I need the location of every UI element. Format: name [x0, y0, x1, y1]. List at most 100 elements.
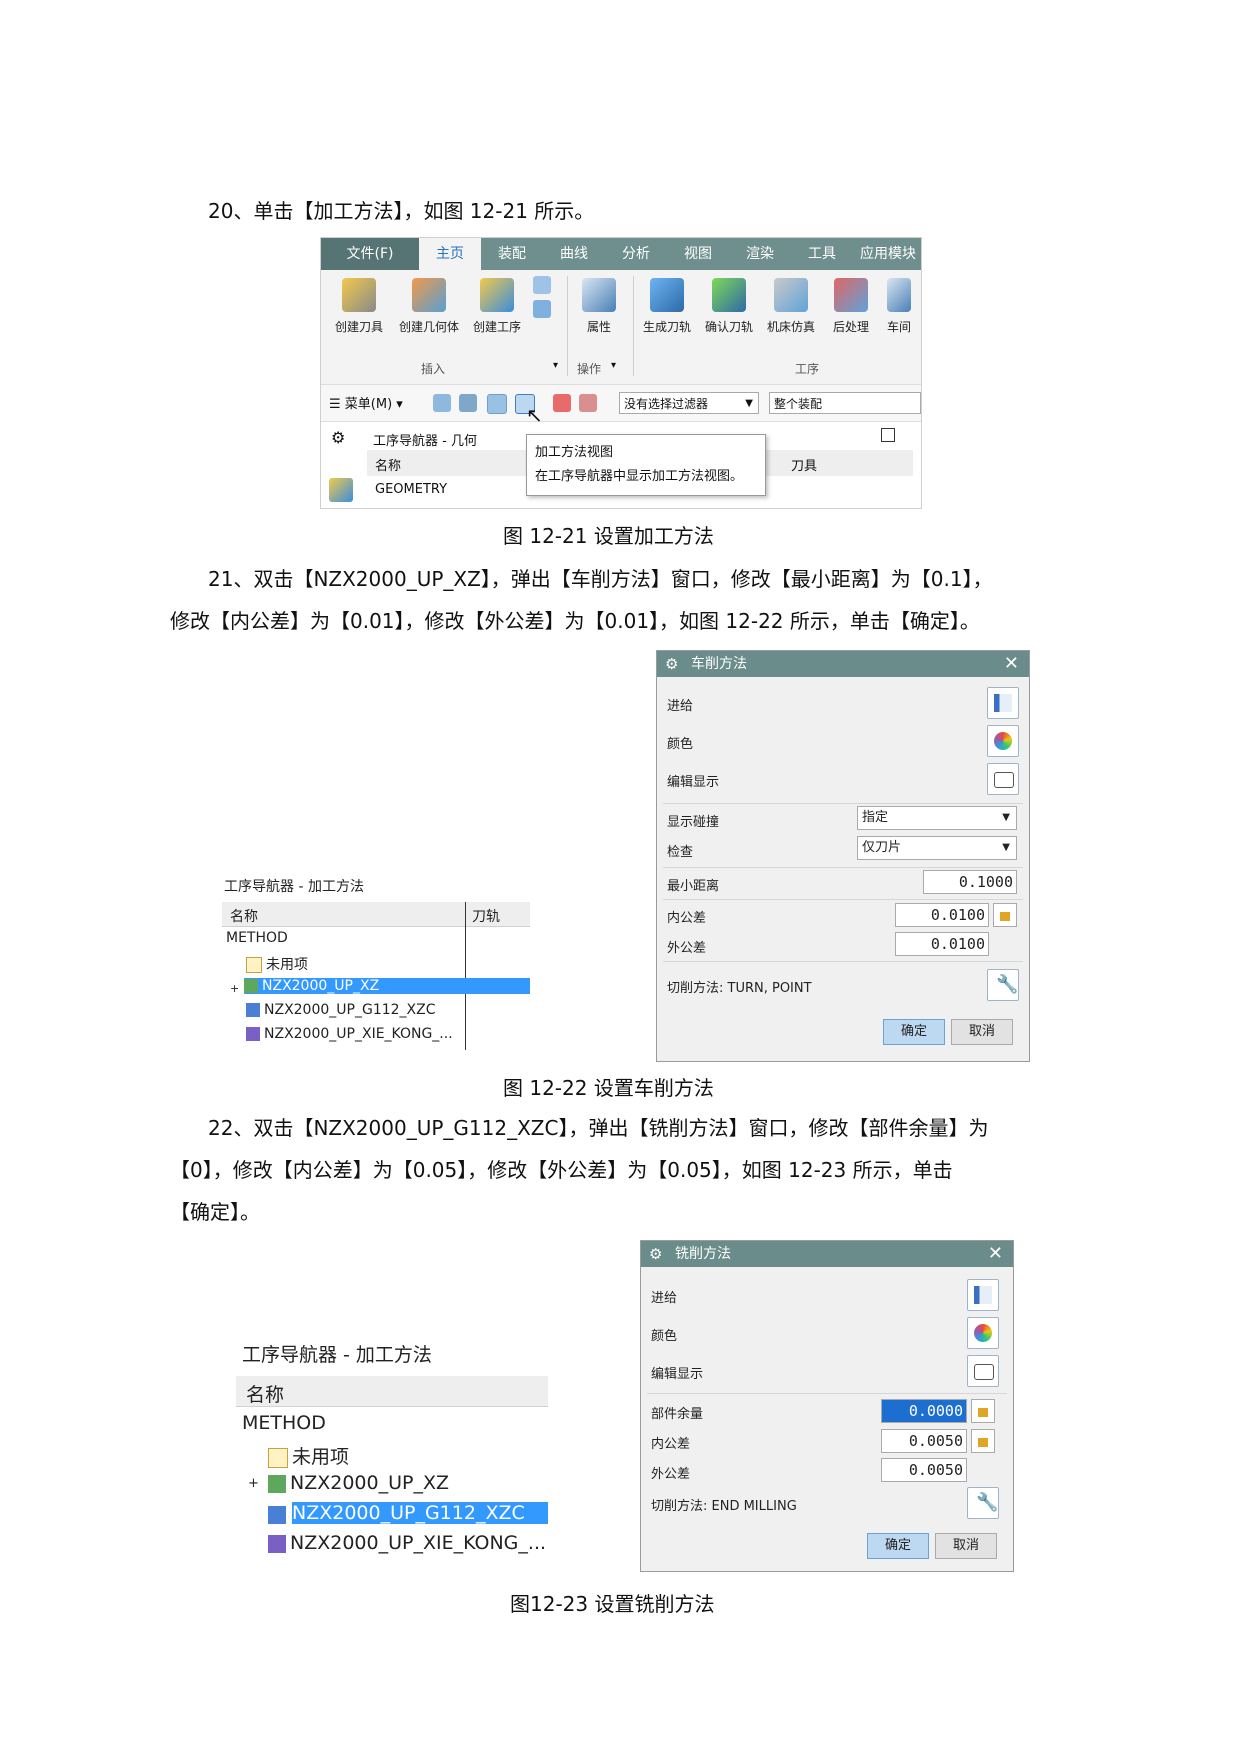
menu-button[interactable]: ☰ 菜单(M) ▾ [329, 393, 403, 412]
check-select[interactable]: 仅刀片 ▼ [857, 836, 1017, 860]
create-operation-button[interactable]: 创建工序 [467, 278, 527, 335]
separator [567, 276, 568, 376]
tab-file[interactable]: 文件(F) [321, 238, 419, 270]
feed-button[interactable] [987, 687, 1019, 719]
machine-sim-button[interactable]: 机床仿真 [761, 278, 821, 335]
create-geometry-button[interactable]: 创建几何体 [393, 278, 465, 335]
dialog-title-bar: ⚙ 铣削方法 ✕ [641, 1241, 1013, 1267]
machine-sim-icon [774, 278, 808, 312]
figure-12-21-caption: 图 12-21 设置加工方法 [503, 524, 714, 548]
expand-icon[interactable]: + [248, 1476, 259, 1491]
list-item[interactable]: 未用项 [268, 1442, 349, 1469]
col-tool[interactable]: 刀具 [791, 455, 817, 474]
filter-b-icon[interactable] [579, 394, 597, 412]
verify-path-button[interactable]: 确认刀轨 [699, 278, 759, 335]
ok-button[interactable]: 确定 [867, 1533, 929, 1559]
cancel-button[interactable]: 取消 [935, 1533, 997, 1559]
step-20-text: 20、单击【加工方法】，如图 12-21 所示。 [208, 199, 595, 223]
col-name[interactable]: 名称 [246, 1380, 284, 1407]
cut-method-button[interactable]: 🔧 [967, 1487, 999, 1519]
list-item[interactable]: NZX2000_UP_XZ [244, 978, 530, 994]
color-button[interactable] [967, 1317, 999, 1349]
feed-icon [994, 694, 1012, 712]
insert-dropdown-arrow[interactable]: ▾ [553, 360, 558, 371]
group-label-ops: 操作 [577, 362, 602, 376]
dialog-title-bar: ⚙ 车削方法 ✕ [657, 651, 1029, 677]
tooltip-desc: 在工序导航器中显示加工方法视图。 [535, 469, 744, 484]
tree-root[interactable]: GEOMETRY [375, 482, 447, 497]
list-item[interactable]: NZX2000_UP_XIE_KONG_... [246, 1026, 453, 1042]
tab-view[interactable]: 视图 [667, 238, 729, 270]
tab-assembly[interactable]: 装配 [481, 238, 543, 270]
generate-path-icon [650, 278, 684, 312]
step-22-text: 22、双击【NZX2000_UP_G112_XZC】，弹出【铣削方法】窗口，修改… [170, 1116, 989, 1224]
step-21-text: 21、双击【NZX2000_UP_XZ】，弹出【车削方法】窗口，修改【最小距离】… [170, 567, 993, 633]
ok-button[interactable]: 确定 [883, 1019, 945, 1045]
filter-combo[interactable]: 没有选择过滤器 ▼ [619, 392, 759, 414]
color-label: 颜色 [651, 1329, 678, 1344]
intol-input[interactable]: 0.0100 [895, 903, 989, 927]
expand-icon[interactable]: + [230, 982, 239, 995]
outtol-input[interactable]: 0.0100 [895, 932, 989, 956]
tab-curve[interactable]: 曲线 [543, 238, 605, 270]
gear-icon[interactable]: ⚙ [331, 428, 345, 447]
color-button[interactable] [987, 725, 1019, 757]
feed-button[interactable] [967, 1279, 999, 1311]
divider [663, 961, 1023, 962]
tree-root[interactable]: METHOD [226, 930, 288, 946]
geometry-view-icon[interactable] [487, 394, 507, 414]
divider [663, 867, 1023, 868]
cut-method-button[interactable]: 🔧 [987, 969, 1019, 1001]
small-method-icon[interactable] [533, 276, 551, 294]
folder-icon [268, 1447, 288, 1468]
outtol-input[interactable]: 0.0050 [881, 1458, 967, 1482]
group-label-insert: 插入 [421, 362, 446, 376]
list-item[interactable]: NZX2000_UP_G112_XZC [246, 1002, 436, 1018]
close-icon[interactable]: ✕ [1004, 651, 1019, 677]
program-view-icon[interactable] [433, 394, 451, 412]
tree-root[interactable]: METHOD [242, 1412, 326, 1434]
method-navigator-2: 工序导航器 - 加工方法 名称 METHOD 未用项 + NZX2000_UP_… [236, 1336, 548, 1564]
unlock-icon[interactable] [993, 903, 1017, 927]
drilling-method-icon [268, 1534, 286, 1553]
tab-applications[interactable]: 应用模块 [853, 238, 921, 270]
scope-combo[interactable]: 整个装配 [769, 392, 921, 414]
small-program-icon[interactable] [533, 300, 551, 318]
cancel-button[interactable]: 取消 [951, 1019, 1013, 1045]
show-collision-select[interactable]: 指定 ▼ [857, 806, 1017, 830]
create-tool-button[interactable]: 创建刀具 [329, 278, 389, 335]
intol-input[interactable]: 0.0050 [881, 1429, 967, 1453]
ops-dropdown-arrow[interactable]: ▾ [611, 360, 616, 371]
drilling-method-icon [246, 1027, 260, 1041]
properties-button[interactable]: 属性 [569, 278, 629, 335]
list-item[interactable]: NZX2000_UP_XZ [268, 1472, 449, 1494]
generate-path-button[interactable]: 生成刀轨 [637, 278, 697, 335]
chevron-down-icon: ▼ [1002, 842, 1010, 853]
edit-display-button[interactable] [967, 1355, 999, 1387]
filter-icon[interactable] [553, 394, 571, 412]
list-item[interactable]: NZX2000_UP_XIE_KONG_... [268, 1532, 546, 1554]
col-path[interactable]: 刀轨 [472, 906, 500, 926]
navigator-side-icon[interactable] [329, 478, 353, 502]
list-item[interactable]: 未用项 [246, 954, 308, 974]
tab-analysis[interactable]: 分析 [605, 238, 667, 270]
maximize-icon[interactable] [881, 428, 895, 442]
close-icon[interactable]: ✕ [988, 1241, 1003, 1267]
postprocess-button[interactable]: 后处理 [821, 278, 881, 335]
palette-icon [994, 732, 1012, 750]
palette-icon [974, 1324, 992, 1342]
list-item[interactable]: NZX2000_UP_G112_XZC [292, 1502, 548, 1524]
cut-method-label: 切削方法: TURN, POINT [667, 981, 812, 996]
lock-icon[interactable] [971, 1399, 995, 1423]
unlock-icon[interactable] [971, 1429, 995, 1453]
tab-render[interactable]: 渲染 [729, 238, 791, 270]
tab-tools[interactable]: 工具 [791, 238, 853, 270]
min-distance-input[interactable]: 0.1000 [923, 870, 1017, 894]
machine-tool-view-icon[interactable] [459, 394, 477, 412]
shop-doc-button[interactable]: 车间 [877, 278, 921, 335]
tab-home[interactable]: 主页 [419, 238, 481, 270]
stock-input[interactable]: 0.0000 [881, 1399, 967, 1423]
col-name[interactable]: 名称 [230, 906, 258, 926]
edit-display-button[interactable] [987, 763, 1019, 795]
col-name[interactable]: 名称 [375, 455, 401, 474]
